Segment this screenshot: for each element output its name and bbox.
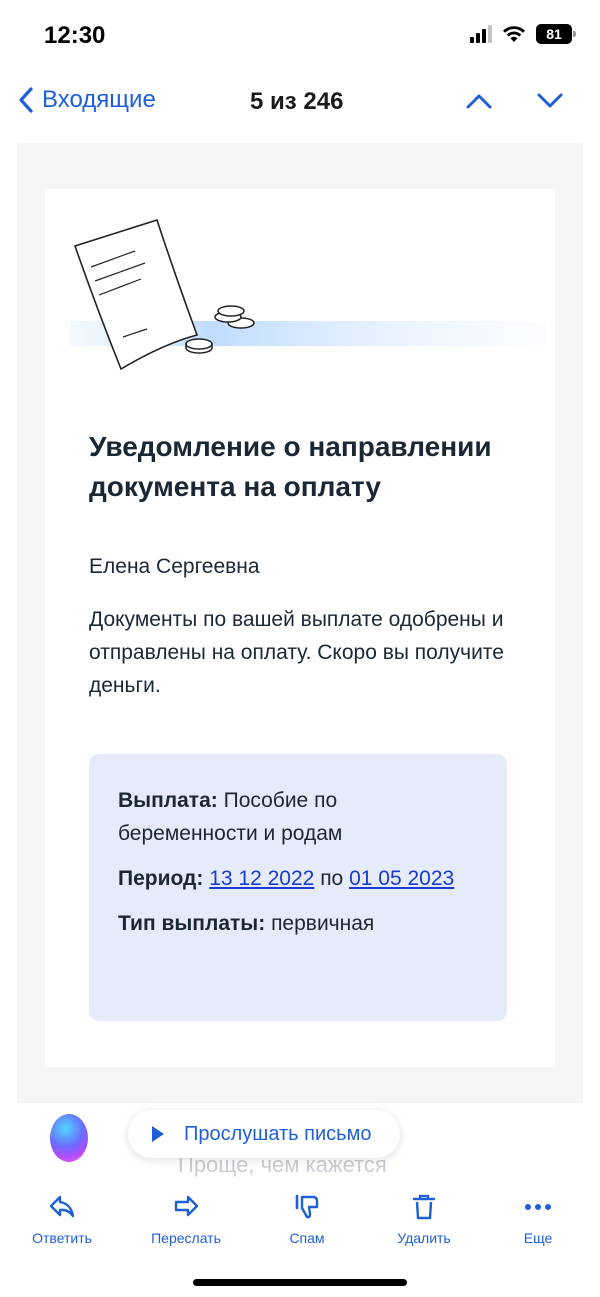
- payment-info-box: Выплата: Пособие по беременности и родам…: [89, 754, 507, 1021]
- type-label: Тип выплаты:: [118, 912, 266, 935]
- mail-nav-bar: Входящие 5 из 246: [0, 78, 600, 126]
- payment-line: Выплата: Пособие по беременности и родам: [118, 784, 479, 850]
- period-to-link[interactable]: 01 05 2023: [349, 867, 454, 890]
- type-value: первичная: [271, 912, 375, 935]
- voice-assistant-icon[interactable]: [50, 1114, 88, 1162]
- mail-body-area: Уведомление о направлении документа на о…: [17, 143, 583, 1103]
- status-bar: 12:30 81: [0, 0, 600, 70]
- more-button[interactable]: Еще: [488, 1192, 588, 1246]
- payment-label: Выплата:: [118, 789, 218, 812]
- period-label: Период:: [118, 867, 204, 890]
- reply-label: Ответить: [32, 1230, 92, 1246]
- listen-letter-label: Прослушать письмо: [184, 1122, 372, 1145]
- document-coins-illustration: [70, 218, 545, 371]
- delete-label: Удалить: [397, 1230, 451, 1246]
- back-button[interactable]: Входящие: [18, 86, 156, 114]
- wifi-icon: [503, 26, 525, 42]
- period-from-link[interactable]: 13 12 2022: [209, 867, 314, 890]
- status-icons: 81: [470, 24, 576, 44]
- previous-message-button[interactable]: [465, 92, 493, 115]
- spam-label: Спам: [289, 1230, 325, 1246]
- next-message-button[interactable]: [536, 92, 564, 115]
- forward-button[interactable]: Переслать: [136, 1192, 236, 1246]
- chevron-left-icon: [19, 87, 33, 113]
- mail-card: Уведомление о направлении документа на о…: [45, 189, 555, 1067]
- more-label: Еще: [523, 1230, 553, 1246]
- forward-label: Переслать: [151, 1230, 221, 1246]
- battery-icon: 81: [536, 24, 576, 44]
- forward-icon: [174, 1195, 199, 1217]
- period-separator: по: [320, 867, 344, 890]
- message-counter: 5 из 246: [250, 88, 344, 115]
- play-icon: [152, 1126, 164, 1142]
- cellular-signal-icon: [470, 25, 492, 43]
- mail-paragraph: Документы по вашей выплате одобрены и от…: [89, 608, 504, 697]
- more-dots-icon: [525, 1204, 551, 1210]
- type-line: Тип выплаты: первичная: [118, 907, 479, 940]
- back-button-label: Входящие: [42, 86, 156, 113]
- delete-button[interactable]: Удалить: [374, 1192, 474, 1246]
- mail-title: Уведомление о направлении документа на о…: [89, 431, 492, 502]
- chevron-up-icon: [466, 94, 492, 109]
- trash-icon: [412, 1194, 436, 1220]
- reply-button[interactable]: Ответить: [12, 1192, 112, 1246]
- spam-button[interactable]: Спам: [257, 1192, 357, 1246]
- thumbs-down-icon: [295, 1194, 319, 1219]
- bottom-toolbar: Ответить Переслать Спам Удалить Еще: [0, 1180, 600, 1260]
- mail-greeting: Елена Сергеевна: [89, 555, 260, 578]
- reply-icon: [49, 1195, 75, 1218]
- status-time: 12:30: [44, 22, 106, 49]
- chevron-down-icon: [537, 93, 563, 108]
- listen-letter-button[interactable]: Прослушать письмо: [128, 1110, 400, 1158]
- period-line: Период: 13 12 2022 по 01 05 2023: [118, 862, 479, 895]
- home-indicator: [193, 1279, 407, 1286]
